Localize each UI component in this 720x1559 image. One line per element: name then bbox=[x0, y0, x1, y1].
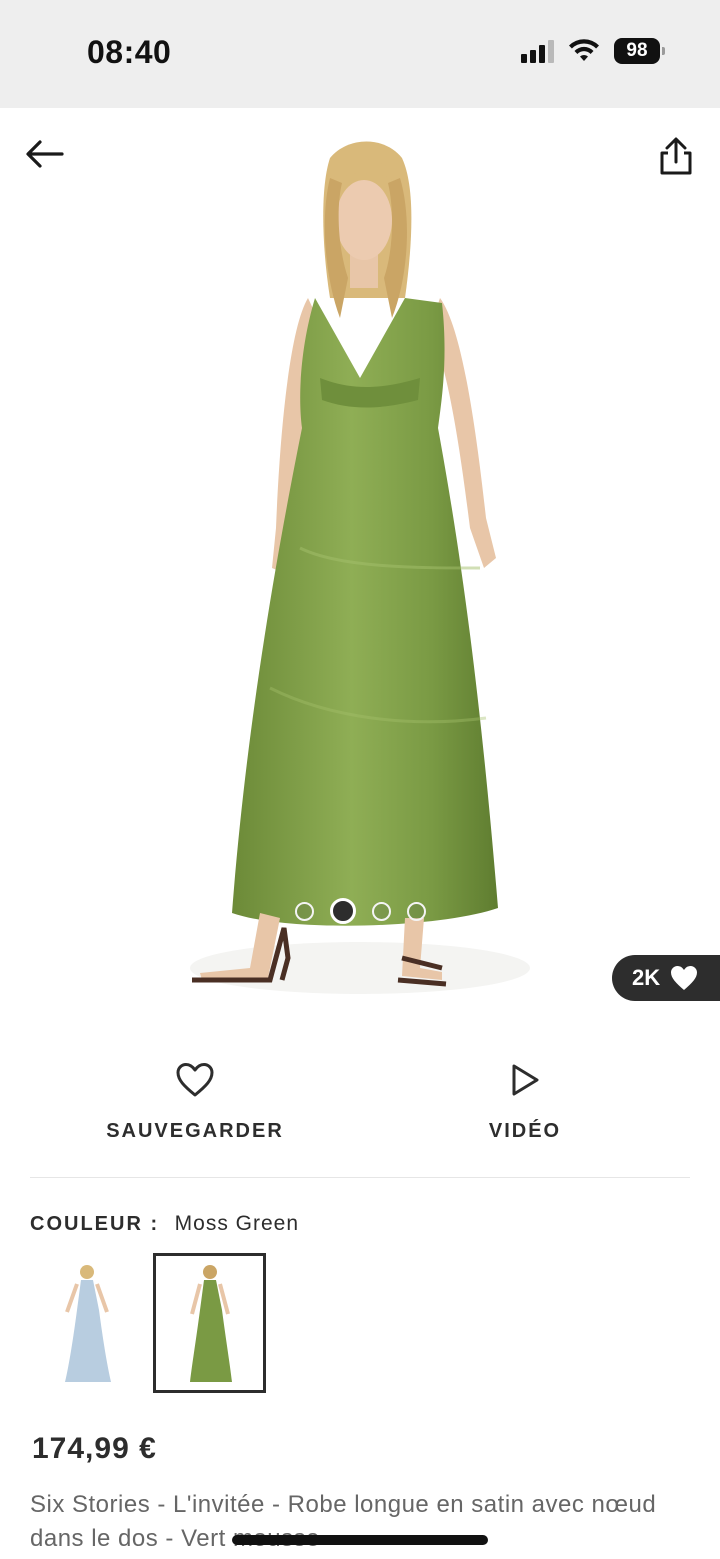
likes-badge: 2K bbox=[612, 955, 720, 1001]
back-button[interactable] bbox=[24, 138, 66, 170]
carousel-indicator bbox=[0, 898, 720, 924]
cellular-signal-icon bbox=[521, 39, 554, 63]
color-label: COULEUR : bbox=[30, 1213, 160, 1235]
status-bar: 08:40 98 bbox=[0, 0, 720, 108]
play-icon bbox=[512, 1064, 539, 1096]
video-label: VIDÉO bbox=[488, 1120, 562, 1142]
product-actions: SAUVEGARDER VIDÉO bbox=[30, 1060, 690, 1178]
product-photo bbox=[190, 141, 530, 994]
battery-level: 98 bbox=[626, 40, 648, 61]
color-value: Moss Green bbox=[174, 1212, 300, 1235]
carousel-dot[interactable] bbox=[294, 901, 314, 921]
status-time: 08:40 bbox=[87, 34, 172, 70]
wifi-icon bbox=[569, 39, 599, 61]
product-price: 174,99 € bbox=[32, 1432, 157, 1465]
swatch-moss-green[interactable] bbox=[153, 1253, 266, 1393]
arrow-left-icon bbox=[26, 140, 64, 168]
heart-filled-icon bbox=[671, 966, 698, 990]
save-label: SAUVEGARDER bbox=[106, 1120, 284, 1142]
status-icons: 98 bbox=[521, 38, 665, 64]
share-icon bbox=[660, 137, 692, 175]
carousel-dot[interactable] bbox=[371, 901, 391, 921]
carousel-dot-active[interactable] bbox=[329, 898, 356, 924]
swatch-blue[interactable] bbox=[30, 1253, 143, 1393]
color-swatches bbox=[30, 1253, 266, 1393]
share-button[interactable] bbox=[658, 136, 694, 176]
likes-count: 2K bbox=[632, 965, 661, 990]
home-indicator[interactable] bbox=[232, 1535, 488, 1545]
swatch-thumbnail bbox=[189, 1265, 232, 1382]
swatch-thumbnail bbox=[64, 1265, 111, 1382]
save-button[interactable]: SAUVEGARDER bbox=[30, 1060, 360, 1177]
carousel-dot[interactable] bbox=[406, 901, 426, 921]
heart-outline-icon bbox=[176, 1063, 214, 1097]
color-row: COULEUR : Moss Green bbox=[30, 1212, 299, 1236]
battery-icon: 98 bbox=[614, 38, 665, 64]
product-name: Six Stories - L'invitée - Robe longue en… bbox=[30, 1491, 657, 1552]
video-button[interactable]: VIDÉO bbox=[360, 1060, 690, 1177]
product-image-carousel[interactable]: 2K bbox=[0, 108, 720, 1026]
